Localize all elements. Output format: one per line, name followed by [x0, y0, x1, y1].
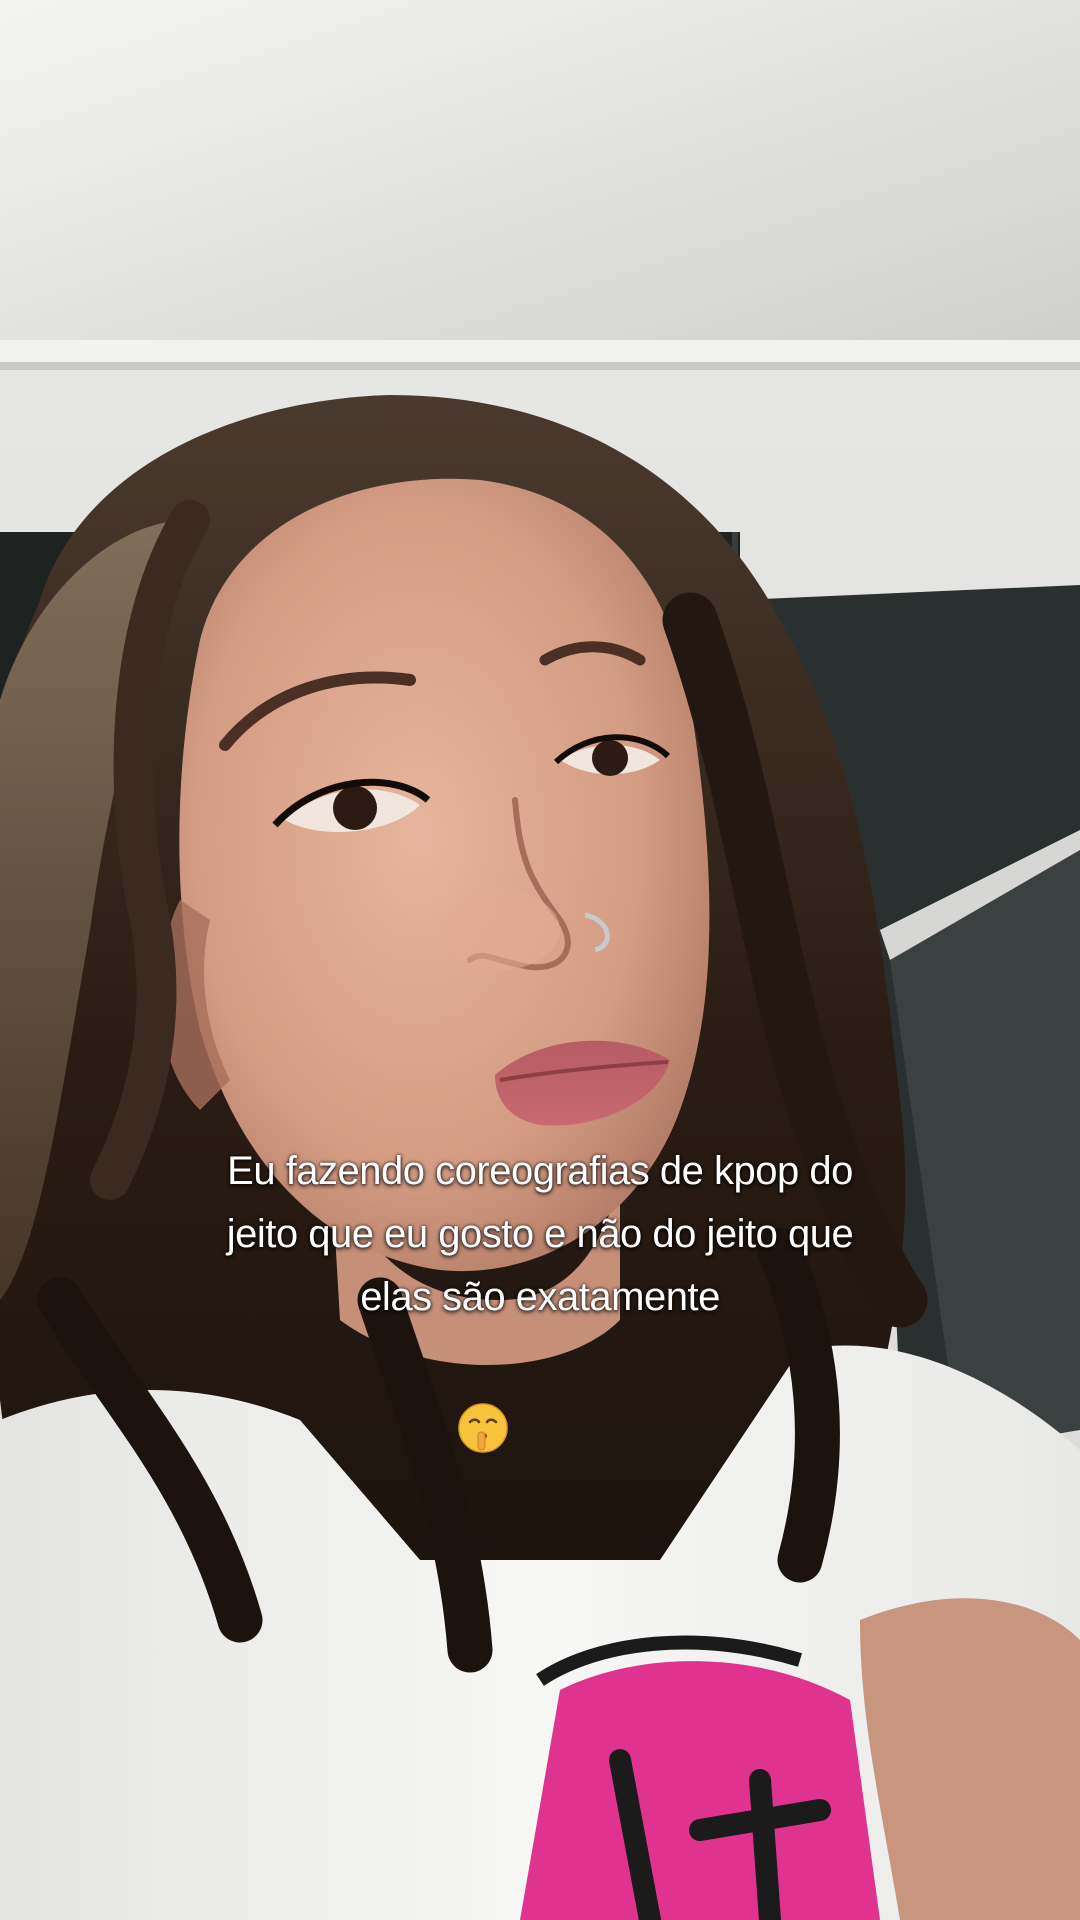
arm: [860, 1598, 1080, 1920]
caption-line-1: Eu fazendo coreografias de kpop do: [227, 1149, 853, 1193]
caption-overlay: Eu fazendo coreografias de kpop do jeito…: [90, 1140, 990, 1329]
crown-molding: [0, 340, 1080, 362]
ceiling: [0, 0, 1080, 345]
shushing-face-icon: [458, 1403, 508, 1453]
selfie-photo: [0, 0, 1080, 1920]
video-frame: Eu fazendo coreografias de kpop do jeito…: [0, 0, 1080, 1920]
caption-line-2: jeito que eu gosto e não do jeito que: [226, 1212, 854, 1256]
shirt-print: [520, 1661, 880, 1920]
caption-line-3: elas são exatamente: [360, 1275, 720, 1319]
